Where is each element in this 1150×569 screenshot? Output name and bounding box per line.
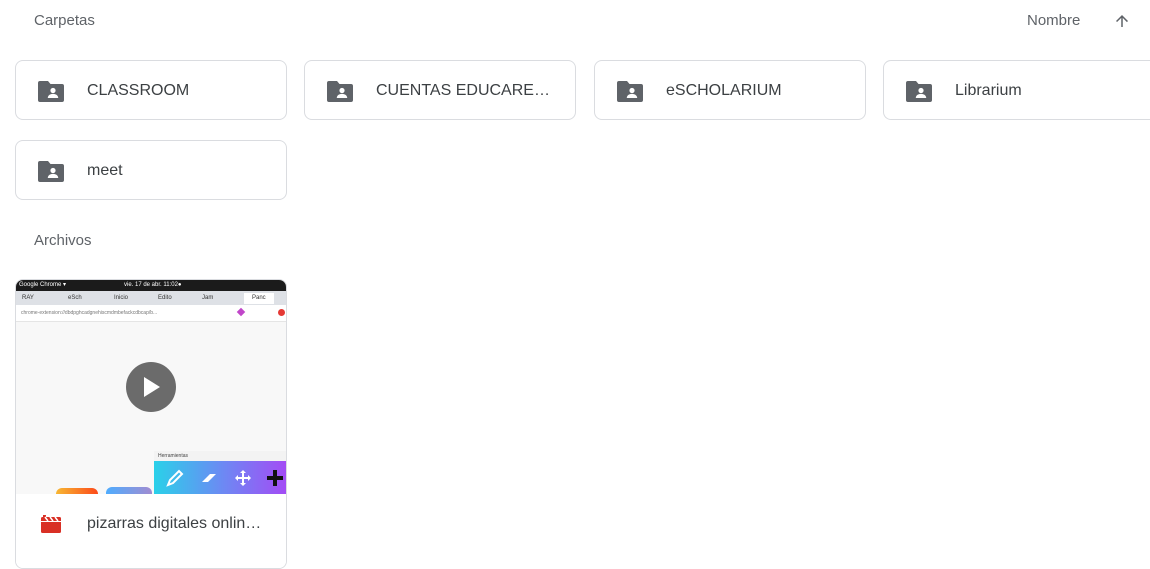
thumbnail-tab-strip: RAY eSch Inicio Edito Jam Panc <box>16 291 286 306</box>
pencil-icon <box>166 469 184 487</box>
thumbnail-address-bar: chrome-extension://dbdpghcadgnehiscmdmbe… <box>16 305 286 322</box>
shared-folder-icon <box>38 81 64 102</box>
file-name: pizarras digitales onlin… <box>87 515 262 532</box>
pen-icon <box>236 307 246 317</box>
thumbnail-tab: Panc <box>244 293 274 304</box>
play-button[interactable] <box>126 362 176 412</box>
thumbnail-os-bar: Google Chrome ▾ vie. 17 de abr. 11:02● <box>16 280 286 291</box>
shared-folder-icon <box>38 161 64 182</box>
shared-folder-icon <box>617 81 643 102</box>
file-info: pizarras digitales onlin… <box>16 494 286 568</box>
play-icon <box>144 377 160 397</box>
file-card-pizarras[interactable]: Google Chrome ▾ vie. 17 de abr. 11:02● R… <box>15 279 287 569</box>
thumbnail-tab: RAY <box>22 295 34 301</box>
shared-folder-icon <box>906 81 932 102</box>
tools-bar <box>154 461 286 494</box>
sort-by-name-button[interactable]: Nombre <box>1027 12 1080 29</box>
thumbnail-date: vie. 17 de abr. 11:02● <box>124 282 182 288</box>
folder-name: CLASSROOM <box>87 82 190 99</box>
eraser-icon <box>202 474 216 482</box>
folder-meet[interactable]: meet <box>15 140 287 200</box>
folder-name: CUENTAS EDUCAREX/… <box>376 82 559 99</box>
folder-cuentas-educarex[interactable]: CUENTAS EDUCAREX/… <box>304 60 576 120</box>
thumbnail-tab: eSch <box>68 295 82 301</box>
tools-panel-title: Herramientas <box>154 451 286 461</box>
files-section-title: Archivos <box>34 232 92 249</box>
thumbnail-address: chrome-extension://dbdpghcadgnehiscmdmbe… <box>21 310 158 316</box>
thumbnail-decoration <box>106 487 152 494</box>
folders-section-title: Carpetas <box>34 12 95 29</box>
thumbnail-app-name: Google Chrome ▾ <box>19 282 67 288</box>
stop-icon <box>278 309 285 316</box>
folder-escholarium[interactable]: eSCHOLARIUM <box>594 60 866 120</box>
folder-name: eSCHOLARIUM <box>666 82 782 99</box>
video-file-icon <box>41 515 61 533</box>
thumbnail-tools-panel: Herramientas <box>154 451 286 494</box>
thumbnail-tab: Inicio <box>114 295 129 301</box>
arrow-up-icon <box>1116 15 1128 27</box>
folder-name: Librarium <box>955 82 1022 99</box>
file-thumbnail: Google Chrome ▾ vie. 17 de abr. 11:02● R… <box>16 280 286 494</box>
folder-librarium[interactable]: Librarium <box>883 60 1150 120</box>
thumbnail-tab: Edito <box>158 295 172 301</box>
move-icon <box>235 470 251 486</box>
shared-folder-icon <box>327 81 353 102</box>
sort-direction-button[interactable] <box>1109 8 1135 34</box>
folder-classroom[interactable]: CLASSROOM <box>15 60 287 120</box>
folder-name: meet <box>87 162 123 179</box>
add-icon <box>267 470 283 486</box>
thumbnail-tab: Jam <box>202 295 214 301</box>
